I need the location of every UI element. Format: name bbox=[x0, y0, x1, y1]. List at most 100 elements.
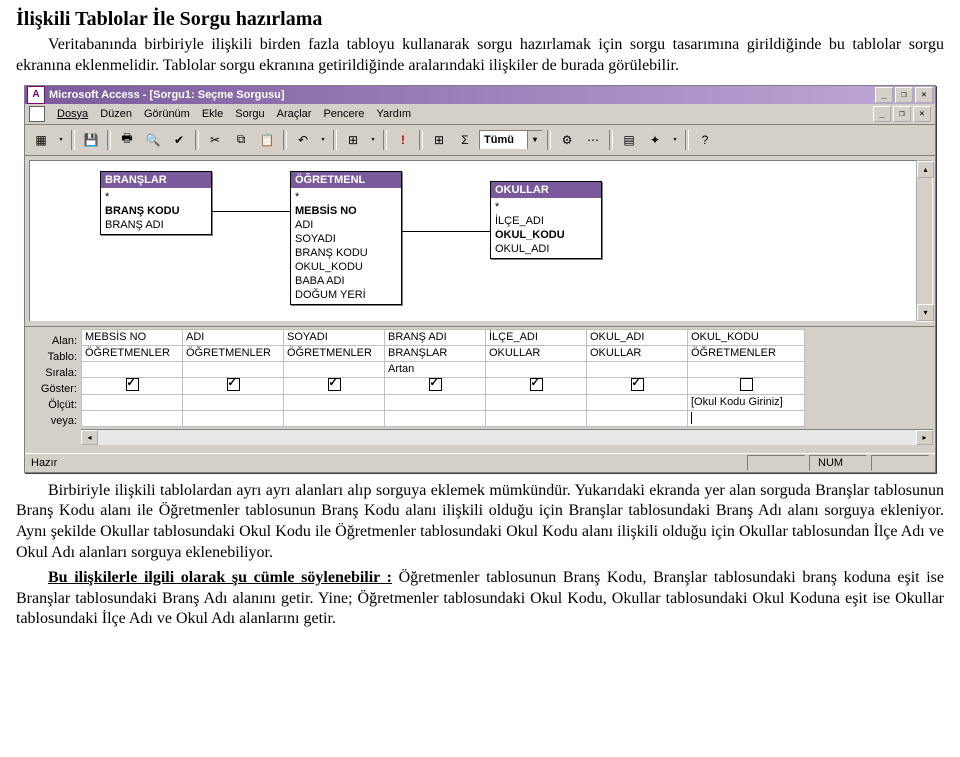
view-button[interactable]: ▦ bbox=[29, 128, 53, 152]
table-box[interactable]: ÖĞRETMENL*MEBSİS NOADISOYADIBRANŞ KODUOK… bbox=[290, 171, 402, 305]
table-title[interactable]: OKULLAR bbox=[491, 182, 601, 198]
menu-dosya[interactable]: Dosya bbox=[51, 106, 94, 122]
qbe-cell[interactable] bbox=[486, 410, 587, 426]
view-dropdown[interactable]: ▾ bbox=[55, 128, 67, 152]
help-button[interactable]: ? bbox=[693, 128, 717, 152]
totals-button[interactable]: Σ bbox=[453, 128, 477, 152]
mdi-minimize-button[interactable]: _ bbox=[873, 106, 891, 122]
maximize-button[interactable]: ❐ bbox=[895, 87, 913, 103]
mdi-close-button[interactable]: ✕ bbox=[913, 106, 931, 122]
copy-button[interactable]: ⧉ bbox=[229, 128, 253, 152]
table-field[interactable]: ADI bbox=[291, 218, 401, 232]
table-field[interactable]: SOYADI bbox=[291, 232, 401, 246]
qbe-cell[interactable]: OKULLAR bbox=[587, 345, 688, 361]
qbe-cell[interactable] bbox=[688, 361, 805, 377]
qbe-hscrollbar[interactable]: ◂ ▸ bbox=[81, 429, 933, 445]
qbe-cell[interactable]: SOYADI bbox=[284, 329, 385, 345]
table-field[interactable]: OKUL_ADI bbox=[491, 242, 601, 256]
table-field[interactable]: DOĞUM YERİ bbox=[291, 288, 401, 302]
qbe-cell[interactable]: [Okul Kodu Giriniz] bbox=[688, 394, 805, 410]
qbe-cell[interactable]: ÖĞRETMENLER bbox=[183, 345, 284, 361]
paste-button[interactable]: 📋 bbox=[255, 128, 279, 152]
titlebar[interactable]: A Microsoft Access - [Sorgu1: Seçme Sorg… bbox=[25, 86, 935, 104]
qbe-cell[interactable]: OKULLAR bbox=[486, 345, 587, 361]
qbe-cell[interactable] bbox=[587, 394, 688, 410]
table-field[interactable]: * bbox=[491, 200, 601, 214]
qbe-cell[interactable] bbox=[284, 377, 385, 394]
print-button[interactable]: 🖶 bbox=[115, 128, 139, 152]
qbe-cell[interactable] bbox=[183, 410, 284, 426]
showtable-button[interactable]: ⊞ bbox=[427, 128, 451, 152]
show-checkbox[interactable] bbox=[429, 378, 442, 391]
qbe-cell[interactable] bbox=[82, 410, 183, 426]
properties-button[interactable]: ⚙ bbox=[555, 128, 579, 152]
undo-button[interactable]: ↶ bbox=[291, 128, 315, 152]
builder-button[interactable]: ⋯ bbox=[581, 128, 605, 152]
qbe-cell[interactable] bbox=[587, 377, 688, 394]
mdi-restore-button[interactable]: ❐ bbox=[893, 106, 911, 122]
close-button[interactable]: ✕ bbox=[915, 87, 933, 103]
spell-button[interactable]: ✔ bbox=[167, 128, 191, 152]
qbe-cell[interactable]: BRANŞ ADI bbox=[385, 329, 486, 345]
table-title[interactable]: ÖĞRETMENL bbox=[291, 172, 401, 188]
mdi-icon[interactable] bbox=[29, 106, 45, 122]
querytype-button[interactable]: ⊞ bbox=[341, 128, 365, 152]
dbwindow-button[interactable]: ▤ bbox=[617, 128, 641, 152]
menu-araclar[interactable]: Araçlar bbox=[271, 106, 318, 122]
run-button[interactable]: ! bbox=[391, 128, 415, 152]
qbe-cell[interactable] bbox=[183, 377, 284, 394]
qbe-grid[interactable]: MEBSİS NOADISOYADIBRANŞ ADIİLÇE_ADIOKUL_… bbox=[81, 329, 805, 427]
qbe-cell[interactable] bbox=[385, 410, 486, 426]
menu-duzen[interactable]: Düzen bbox=[94, 106, 138, 122]
qbe-cell[interactable] bbox=[688, 377, 805, 394]
qbe-cell[interactable]: ÖĞRETMENLER bbox=[284, 345, 385, 361]
qbe-cell[interactable] bbox=[183, 394, 284, 410]
scroll-right-icon[interactable]: ▸ bbox=[916, 430, 933, 445]
topvalues-combo[interactable]: Tümü bbox=[479, 130, 543, 150]
qbe-cell[interactable] bbox=[82, 394, 183, 410]
qbe-cell[interactable] bbox=[284, 394, 385, 410]
table-box[interactable]: OKULLAR*İLÇE_ADIOKUL_KODUOKUL_ADI bbox=[490, 181, 602, 259]
qbe-cell[interactable]: ÖĞRETMENLER bbox=[82, 345, 183, 361]
qbe-cell[interactable] bbox=[385, 377, 486, 394]
qbe-cell[interactable]: ÖĞRETMENLER bbox=[688, 345, 805, 361]
table-field[interactable]: BRANŞ ADI bbox=[101, 218, 211, 232]
show-checkbox[interactable] bbox=[740, 378, 753, 391]
show-checkbox[interactable] bbox=[126, 378, 139, 391]
menu-yardim[interactable]: Yardım bbox=[370, 106, 417, 122]
qbe-cell[interactable] bbox=[385, 394, 486, 410]
scroll-left-icon[interactable]: ◂ bbox=[81, 430, 98, 445]
menu-sorgu[interactable]: Sorgu bbox=[229, 106, 270, 122]
table-field[interactable]: * bbox=[291, 190, 401, 204]
undo-dropdown[interactable]: ▾ bbox=[317, 128, 329, 152]
table-field[interactable]: BABA ADI bbox=[291, 274, 401, 288]
qbe-cell[interactable]: OKUL_ADI bbox=[587, 329, 688, 345]
save-button[interactable]: 💾 bbox=[79, 128, 103, 152]
table-title[interactable]: BRANŞLAR bbox=[101, 172, 211, 188]
design-pane[interactable]: BRANŞLAR*BRANŞ KODUBRANŞ ADIÖĞRETMENL*ME… bbox=[25, 156, 935, 327]
table-field[interactable]: * bbox=[101, 190, 211, 204]
preview-button[interactable]: 🔍 bbox=[141, 128, 165, 152]
qbe-cell[interactable] bbox=[486, 377, 587, 394]
qbe-cell[interactable] bbox=[486, 394, 587, 410]
menu-pencere[interactable]: Pencere bbox=[317, 106, 370, 122]
qbe-cell[interactable] bbox=[688, 410, 805, 426]
qbe-cell[interactable]: OKUL_KODU bbox=[688, 329, 805, 345]
design-vscrollbar[interactable]: ▴ ▾ bbox=[916, 160, 933, 322]
qbe-cell[interactable] bbox=[284, 410, 385, 426]
show-checkbox[interactable] bbox=[530, 378, 543, 391]
qbe-cell[interactable]: ADI bbox=[183, 329, 284, 345]
scroll-up-icon[interactable]: ▴ bbox=[917, 161, 934, 178]
show-checkbox[interactable] bbox=[227, 378, 240, 391]
qbe-cell[interactable]: İLÇE_ADI bbox=[486, 329, 587, 345]
qbe-cell[interactable]: BRANŞLAR bbox=[385, 345, 486, 361]
menu-ekle[interactable]: Ekle bbox=[196, 106, 229, 122]
querytype-dropdown[interactable]: ▾ bbox=[367, 128, 379, 152]
table-box[interactable]: BRANŞLAR*BRANŞ KODUBRANŞ ADI bbox=[100, 171, 212, 235]
minimize-button[interactable]: _ bbox=[875, 87, 893, 103]
table-field[interactable]: İLÇE_ADI bbox=[491, 214, 601, 228]
qbe-cell[interactable] bbox=[587, 410, 688, 426]
newobj-button[interactable]: ✦ bbox=[643, 128, 667, 152]
table-field[interactable]: OKUL_KODU bbox=[291, 260, 401, 274]
table-field[interactable]: MEBSİS NO bbox=[291, 204, 401, 218]
